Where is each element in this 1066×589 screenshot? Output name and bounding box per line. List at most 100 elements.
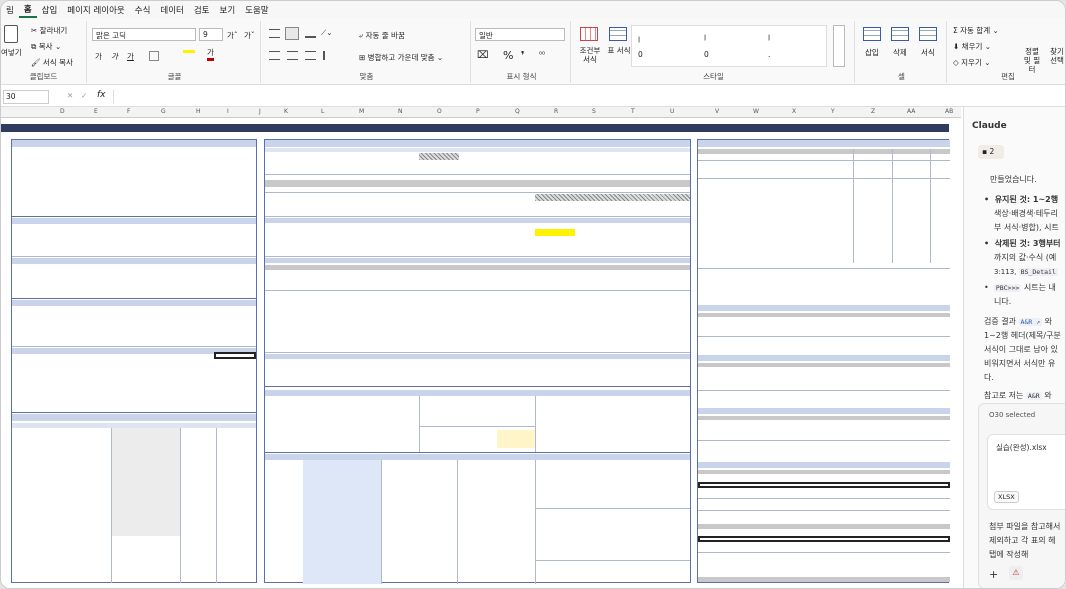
selected-row[interactable]	[698, 482, 950, 488]
menu-help[interactable]: 도움말	[240, 4, 273, 16]
autosum-button[interactable]: Σ 자동 합계 ⌄	[953, 25, 999, 36]
font-shrink-button[interactable]: 가ˇ	[244, 30, 255, 41]
menu-insert[interactable]: 삽입	[37, 4, 63, 16]
currency-icon[interactable]: ⌧	[477, 50, 489, 61]
font-color-button[interactable]: 가	[207, 48, 214, 61]
align-right-icon[interactable]	[305, 51, 316, 60]
middle-table-block[interactable]	[264, 139, 691, 584]
col-header[interactable]: H	[196, 108, 201, 115]
align-left-icon[interactable]	[269, 51, 280, 60]
warning-icon[interactable]: ⚠	[1009, 566, 1023, 580]
col-header[interactable]: Z	[871, 108, 875, 115]
align-middle-icon[interactable]	[285, 27, 299, 40]
style-cell-5[interactable]: 0	[704, 50, 709, 59]
col-header[interactable]: V	[715, 108, 719, 115]
fill-color-icon[interactable]	[183, 49, 195, 53]
col-header[interactable]: X	[792, 108, 796, 115]
italic-button[interactable]: 가	[111, 51, 118, 62]
gallery-expand-icon[interactable]	[833, 25, 845, 67]
col-header[interactable]: R	[554, 108, 558, 115]
delete-cells-button[interactable]: 삭제	[893, 47, 907, 58]
add-attachment-icon[interactable]: +	[989, 568, 998, 582]
col-header[interactable]: S	[592, 108, 596, 115]
style-cell-4[interactable]: 0	[638, 50, 643, 59]
selected-row[interactable]	[698, 536, 950, 542]
link-badge[interactable]: A&R ↗	[1018, 318, 1043, 326]
right-table-block[interactable]	[697, 139, 950, 583]
col-header[interactable]: AB	[945, 108, 953, 115]
menu-view[interactable]: 보기	[215, 4, 241, 16]
left-table-block[interactable]	[11, 139, 257, 583]
conditional-format-button[interactable]: 조건부 서식	[577, 46, 603, 64]
percent-icon[interactable]: %	[503, 49, 513, 62]
cut-button[interactable]: ✂ 잘라내기	[31, 25, 67, 36]
wrap-text-button[interactable]: ⤶ 자동 줄 바꿈	[359, 30, 405, 41]
clear-button[interactable]: ◇ 지우기 ⌄	[953, 57, 991, 68]
insert-cells-icon[interactable]	[863, 27, 881, 41]
col-header[interactable]: AA	[907, 108, 915, 115]
input-card[interactable]: O30 selected 실습(완성).xlsx XLSX 첨부 파일을 참고해…	[978, 403, 1065, 588]
align-top-icon[interactable]	[269, 29, 280, 38]
style-cell-2[interactable]: ꞁ	[704, 32, 706, 41]
col-header[interactable]: N	[398, 108, 403, 115]
col-header[interactable]: O	[437, 108, 442, 115]
menu-data[interactable]: 데이터	[155, 4, 188, 16]
col-header[interactable]: J	[259, 108, 261, 115]
worksheet-grid[interactable]: D E F G H I J K L M N O P Q R S T U V W …	[1, 107, 961, 588]
col-header[interactable]: G	[161, 108, 166, 115]
col-header[interactable]: K	[284, 108, 288, 115]
menu-formulas[interactable]: 수식	[130, 4, 156, 16]
col-header[interactable]: U	[670, 108, 674, 115]
bold-button[interactable]: 가	[95, 51, 102, 62]
fx-icon[interactable]: fx	[97, 90, 106, 100]
indent-icon[interactable]	[323, 51, 334, 60]
menu-home[interactable]: 홈	[18, 3, 37, 18]
col-header[interactable]: E	[94, 108, 98, 115]
menu-review[interactable]: 검토	[189, 4, 215, 16]
sort-filter-button[interactable]: 정렬 및 필터	[1021, 47, 1043, 74]
fill-button[interactable]: ⬇ 채우기 ⌄	[953, 41, 991, 52]
selected-cell[interactable]	[214, 352, 256, 359]
menu-file[interactable]: 림	[1, 4, 19, 16]
file-attachment[interactable]: 실습(완성).xlsx XLSX	[987, 434, 1065, 510]
style-cell-1[interactable]: ꞁ	[638, 34, 640, 43]
conditional-format-icon[interactable]	[580, 27, 598, 41]
col-header[interactable]: L	[321, 108, 324, 115]
merge-center-button[interactable]: ⊞ 병합하고 가운데 맞춤 ⌄	[359, 52, 443, 63]
prompt-line[interactable]: 첨부 파일을 참고해서	[989, 520, 1060, 534]
insert-cells-button[interactable]: 삽입	[865, 47, 879, 58]
copy-button[interactable]: ⧉ 복사 ⌄	[31, 41, 61, 52]
border-icon[interactable]	[149, 51, 159, 61]
paste-button[interactable]: 여넣기	[1, 47, 22, 58]
formula-input[interactable]	[113, 90, 1061, 104]
col-header[interactable]: P	[476, 108, 480, 115]
number-format-select[interactable]: 일반	[475, 28, 565, 41]
format-cells-icon[interactable]	[919, 27, 937, 41]
message-badge[interactable]: ▪ 2	[978, 145, 1004, 159]
align-center-icon[interactable]	[287, 51, 298, 60]
col-header[interactable]: F	[127, 108, 130, 115]
orientation-icon[interactable]: ⟋⌄	[321, 28, 333, 38]
name-box[interactable]: 30	[3, 90, 49, 104]
col-header[interactable]: I	[227, 108, 229, 115]
format-painter-button[interactable]: 🖌 서식 복사	[31, 57, 73, 68]
col-header[interactable]: Q	[515, 108, 520, 115]
style-cell-3[interactable]: ꞁ	[768, 32, 770, 41]
col-header[interactable]: T	[631, 108, 635, 115]
prompt-line[interactable]: 제외하고 각 표의 헤	[989, 534, 1056, 548]
font-grow-button[interactable]: 가ˆ	[227, 30, 238, 41]
style-cell-6[interactable]: .	[768, 50, 770, 59]
font-size-select[interactable]: 9	[199, 28, 223, 41]
underline-button[interactable]: 가	[127, 51, 134, 62]
menu-page-layout[interactable]: 페이지 레이아웃	[62, 4, 129, 16]
col-header[interactable]: D	[60, 108, 65, 115]
align-bottom-icon[interactable]	[305, 29, 316, 38]
table-format-icon[interactable]	[609, 27, 627, 41]
col-header[interactable]: Y	[831, 108, 835, 115]
comma-icon[interactable]: ❜	[521, 49, 525, 62]
paste-icon[interactable]	[4, 25, 18, 43]
font-name-select[interactable]: 맑은 고딕	[92, 28, 196, 41]
find-select-button[interactable]: 찾기 선택	[1047, 47, 1065, 65]
prompt-line[interactable]: 탭에 작성해	[989, 548, 1028, 562]
col-header[interactable]: W	[753, 108, 759, 115]
